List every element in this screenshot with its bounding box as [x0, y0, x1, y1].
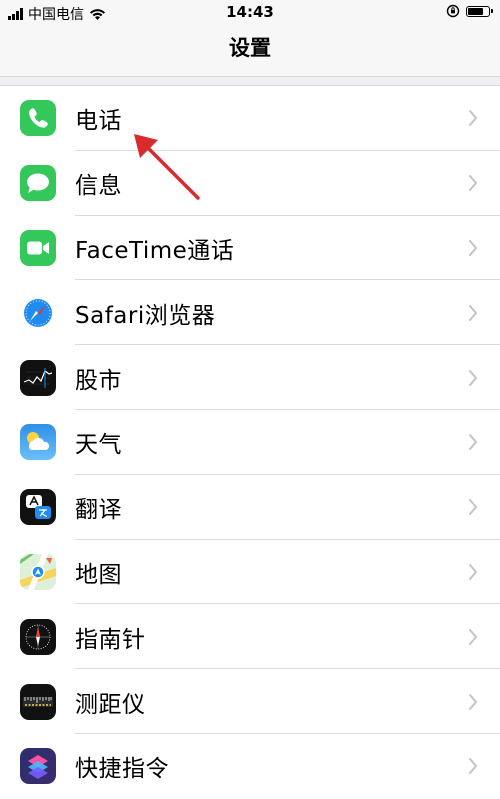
- status-bar: 中国电信 14:43: [0, 0, 500, 24]
- settings-item-label: 快捷指令: [75, 756, 169, 783]
- chevron-right-icon: [469, 239, 477, 256]
- settings-item-shortcuts[interactable]: 快捷指令: [0, 734, 500, 799]
- settings-item-compass[interactable]: 指南针: [0, 604, 500, 669]
- settings-item-label: 翻译: [75, 497, 122, 524]
- settings-item-maps[interactable]: 地图: [0, 540, 500, 605]
- settings-item-label: FaceTime通话: [75, 237, 235, 264]
- settings-item-label: 天气: [75, 432, 122, 459]
- compass-icon: [20, 618, 56, 655]
- chevron-right-icon: [469, 563, 477, 580]
- page-title: 设置: [229, 36, 271, 60]
- settings-item-label: 测距仪: [75, 691, 146, 718]
- chevron-right-icon: [469, 499, 477, 516]
- shortcuts-icon: [20, 748, 56, 785]
- facetime-icon: [20, 229, 56, 266]
- settings-item-phone[interactable]: 电话: [0, 86, 500, 151]
- settings-item-stocks[interactable]: 股市: [0, 345, 500, 410]
- settings-item-label: 股市: [75, 367, 122, 394]
- settings-item-safari[interactable]: Safari浏览器: [0, 280, 500, 345]
- status-right: [446, 4, 493, 18]
- orientation-lock-icon: [446, 4, 460, 18]
- settings-item-translate[interactable]: 翻译: [0, 475, 500, 540]
- battery-icon: [466, 5, 493, 17]
- settings-item-label: 电话: [75, 108, 122, 135]
- settings-item-label: 信息: [75, 173, 122, 200]
- nav-bar: 设置: [0, 24, 500, 77]
- chevron-right-icon: [469, 369, 477, 386]
- settings-item-weather[interactable]: 天气: [0, 410, 500, 475]
- safari-icon: [20, 294, 56, 331]
- stocks-icon: [20, 359, 56, 396]
- chevron-right-icon: [469, 304, 477, 321]
- settings-item-label: 地图: [75, 561, 122, 588]
- messages-icon: [20, 165, 56, 202]
- settings-list: 电话 信息 FaceTime通话 Safari浏览器 股市 天气 翻译 地图 指…: [0, 86, 500, 799]
- chevron-right-icon: [469, 434, 477, 451]
- chevron-right-icon: [469, 110, 477, 127]
- settings-item-label: 指南针: [75, 626, 146, 653]
- measure-icon: [20, 683, 56, 720]
- weather-icon: [20, 424, 56, 461]
- chevron-right-icon: [469, 628, 477, 645]
- settings-item-label: Safari浏览器: [75, 302, 216, 329]
- chevron-right-icon: [469, 758, 477, 775]
- settings-item-facetime[interactable]: FaceTime通话: [0, 216, 500, 281]
- chevron-right-icon: [469, 693, 477, 710]
- maps-icon: [20, 553, 56, 590]
- phone-icon: [20, 100, 56, 137]
- status-time: 14:43: [226, 3, 274, 21]
- chevron-right-icon: [469, 175, 477, 192]
- section-gap: [0, 77, 500, 86]
- settings-item-measure[interactable]: 测距仪: [0, 669, 500, 734]
- translate-icon: [20, 489, 56, 526]
- settings-item-messages[interactable]: 信息: [0, 151, 500, 216]
